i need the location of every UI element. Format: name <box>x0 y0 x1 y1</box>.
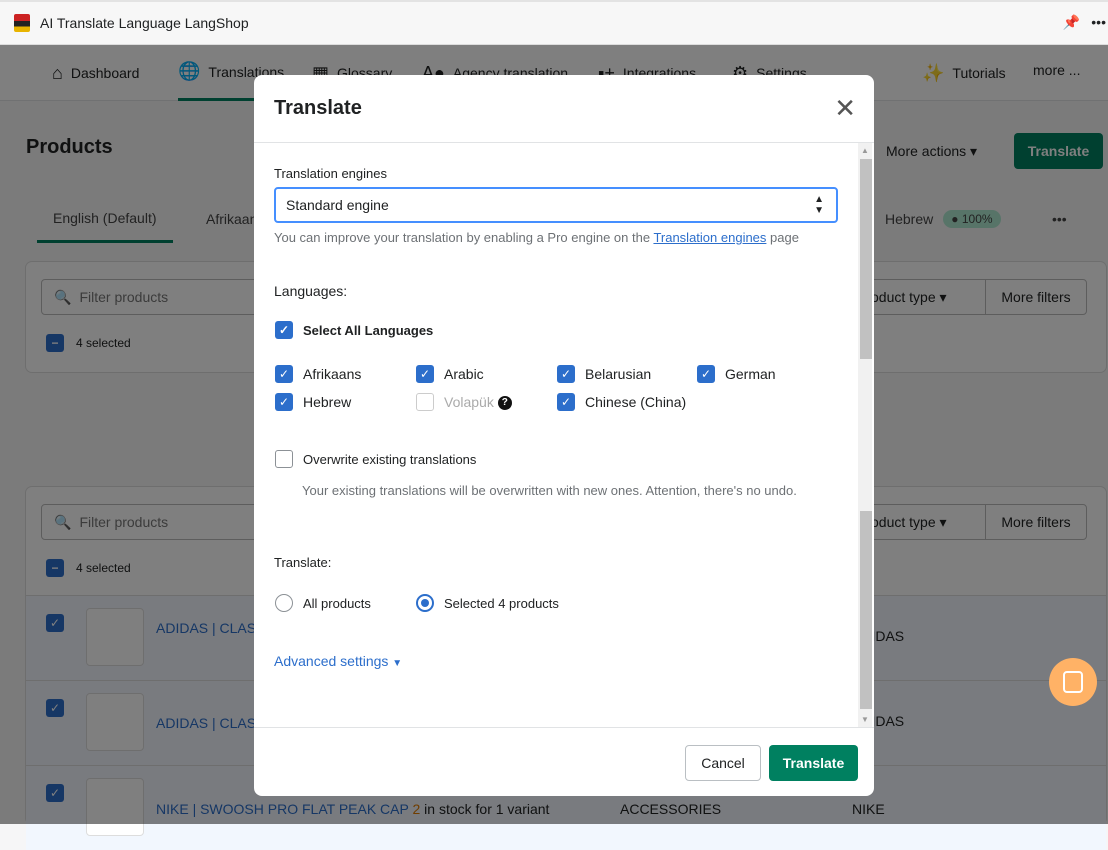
checkbox-unchecked-icon <box>275 450 293 468</box>
help-icon[interactable]: ? <box>497 395 512 410</box>
translate-scope-label: Translate: <box>274 555 332 570</box>
checkbox-checked-icon: ✓ <box>416 365 434 383</box>
radio-icon <box>275 594 293 612</box>
checkbox-checked-icon: ✓ <box>697 365 715 383</box>
overwrite-hint: Your existing translations will be overw… <box>302 483 797 498</box>
lang-label: Volapük <box>444 394 494 410</box>
modal-scrollbar[interactable]: ▲ ▼ <box>858 143 872 727</box>
modal-header: Translate ✕ <box>254 75 874 143</box>
scrollbar-track-segment <box>860 511 872 709</box>
window-title: AI Translate Language LangShop <box>40 15 249 31</box>
lang-checkbox-volapuk: Volapük? <box>416 393 512 411</box>
modal-body: Translation engines Standard engine ▲ ▼ Yo… <box>254 143 874 727</box>
engine-value: Standard engine <box>286 197 389 213</box>
lang-label: Afrikaans <box>303 366 362 382</box>
more-dots-icon[interactable]: ••• <box>1091 14 1106 30</box>
pin-icon[interactable]: 📌 <box>1063 14 1080 31</box>
close-icon[interactable]: ✕ <box>834 95 856 121</box>
advanced-settings-toggle[interactable]: Advanced settings ▼ <box>274 653 402 669</box>
translation-engines-link[interactable]: Translation engines <box>653 230 766 245</box>
radio-selected-products[interactable]: Selected 4 products <box>416 594 559 612</box>
lang-label: Arabic <box>444 366 484 382</box>
select-all-label: Select All Languages <box>303 322 434 338</box>
lang-label: Belarusian <box>585 366 652 382</box>
cancel-button[interactable]: Cancel <box>685 745 761 781</box>
engine-select[interactable]: Standard engine ▲ ▼ <box>274 187 838 223</box>
select-arrows-icon: ▲ ▼ <box>814 194 824 216</box>
window-titlebar: AI Translate Language LangShop 📌 ••• <box>0 0 1108 45</box>
lang-checkbox-chinese[interactable]: ✓ Chinese (China) <box>557 393 686 411</box>
advanced-label: Advanced settings <box>274 653 389 669</box>
scroll-down-icon[interactable]: ▼ <box>861 715 869 724</box>
checkbox-checked-icon: ✓ <box>557 365 575 383</box>
lang-checkbox-german[interactable]: ✓ German <box>697 365 776 383</box>
hint-text-end: page <box>766 230 799 245</box>
lang-checkbox-hebrew[interactable]: ✓ Hebrew <box>275 393 351 411</box>
lang-label: Hebrew <box>303 394 352 410</box>
checkbox-checked-icon: ✓ <box>557 393 575 411</box>
modal-translate-button[interactable]: Translate <box>769 745 858 781</box>
hint-text: You can improve your translation by enab… <box>274 230 654 245</box>
checkbox-checked-icon: ✓ <box>275 321 293 339</box>
lang-checkbox-belarusian[interactable]: ✓ Belarusian <box>557 365 651 383</box>
lang-checkbox-afrikaans[interactable]: ✓ Afrikaans <box>275 365 361 383</box>
scroll-up-icon[interactable]: ▲ <box>861 146 869 155</box>
chat-widget-button[interactable] <box>1049 658 1097 706</box>
overwrite-checkbox[interactable]: Overwrite existing translations <box>275 450 476 468</box>
modal-footer: Cancel Translate <box>254 727 874 796</box>
select-all-checkbox[interactable]: ✓ Select All Languages <box>275 321 433 339</box>
caret-down-icon: ▼ <box>392 658 403 669</box>
engines-label: Translation engines <box>274 166 387 181</box>
radio-label: Selected 4 products <box>444 595 559 611</box>
checkbox-checked-icon: ✓ <box>275 393 293 411</box>
translate-modal: Translate ✕ Translation engines Standard… <box>254 75 874 796</box>
radio-all-products[interactable]: All products <box>275 594 371 612</box>
lang-checkbox-arabic[interactable]: ✓ Arabic <box>416 365 484 383</box>
scrollbar-thumb[interactable] <box>860 159 872 359</box>
lang-label: Chinese (China) <box>585 394 687 410</box>
languages-label: Languages: <box>274 283 348 299</box>
app-logo <box>14 14 30 32</box>
radio-selected-icon <box>416 594 434 612</box>
radio-label: All products <box>303 595 371 611</box>
checkbox-disabled-icon <box>416 393 434 411</box>
checkbox-checked-icon: ✓ <box>275 365 293 383</box>
overwrite-label: Overwrite existing translations <box>303 451 477 467</box>
chat-icon <box>1063 671 1083 693</box>
modal-title: Translate <box>274 97 362 119</box>
engine-hint: You can improve your translation by enab… <box>274 230 799 245</box>
lang-label: German <box>725 366 776 382</box>
